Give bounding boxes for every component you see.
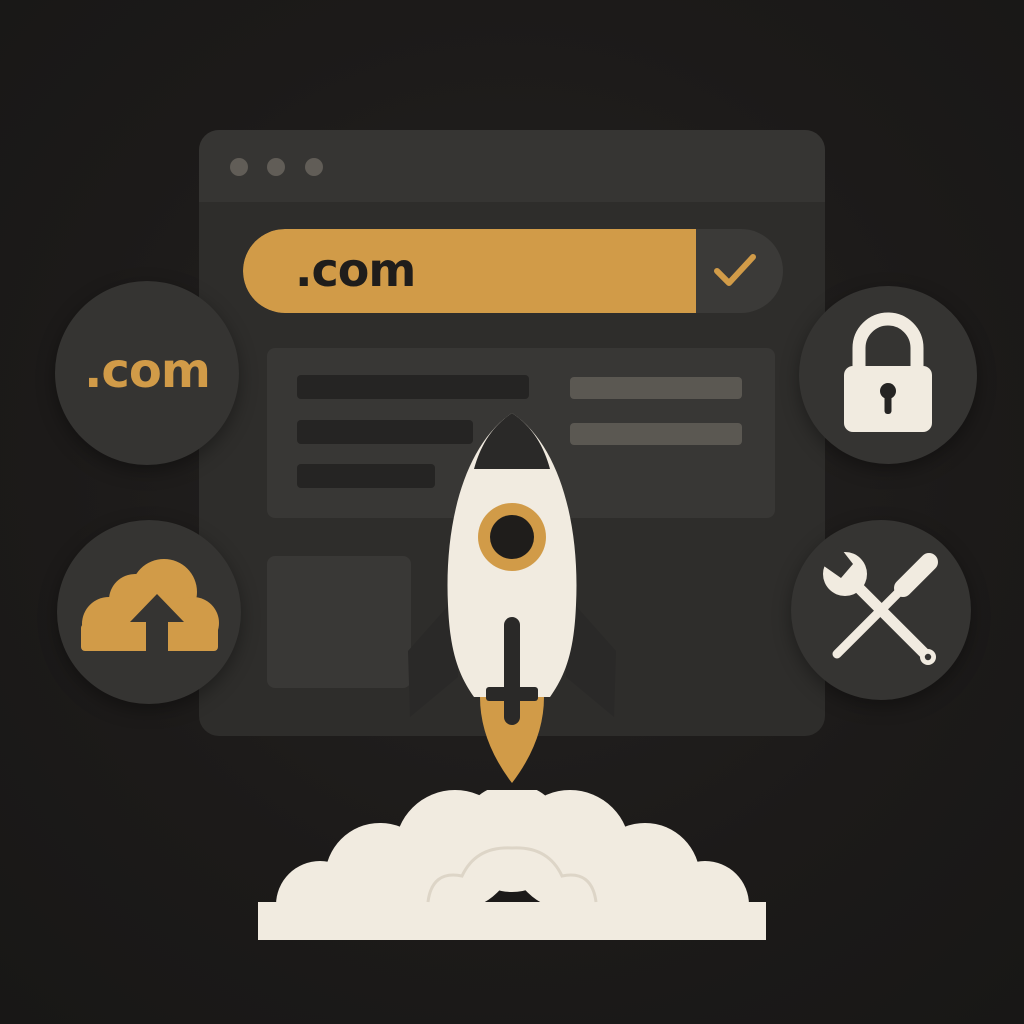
text-placeholder-bar bbox=[570, 377, 742, 399]
domain-badge: .com bbox=[55, 281, 239, 465]
domain-badge-text: .com bbox=[84, 343, 211, 399]
text-placeholder-bar bbox=[297, 375, 529, 399]
rocket-smoke-cloud bbox=[258, 790, 766, 940]
window-dot bbox=[305, 158, 323, 176]
tools-badge bbox=[791, 520, 971, 700]
illustration-scene: .com .com bbox=[0, 0, 1024, 1024]
window-dot bbox=[230, 158, 248, 176]
cloud-upload-icon bbox=[81, 559, 219, 651]
image-placeholder bbox=[267, 556, 411, 688]
lock-icon bbox=[844, 312, 932, 432]
window-dot bbox=[267, 158, 285, 176]
rocket-icon bbox=[408, 413, 616, 783]
check-icon bbox=[714, 254, 756, 286]
wrench-screwdriver-icon bbox=[821, 546, 938, 665]
browser-titlebar bbox=[199, 130, 825, 202]
security-badge bbox=[799, 286, 977, 464]
upload-badge bbox=[57, 520, 241, 704]
domain-input-fill: .com bbox=[243, 229, 696, 313]
domain-input-text: .com bbox=[295, 243, 416, 297]
domain-search-bar: .com bbox=[243, 229, 783, 313]
